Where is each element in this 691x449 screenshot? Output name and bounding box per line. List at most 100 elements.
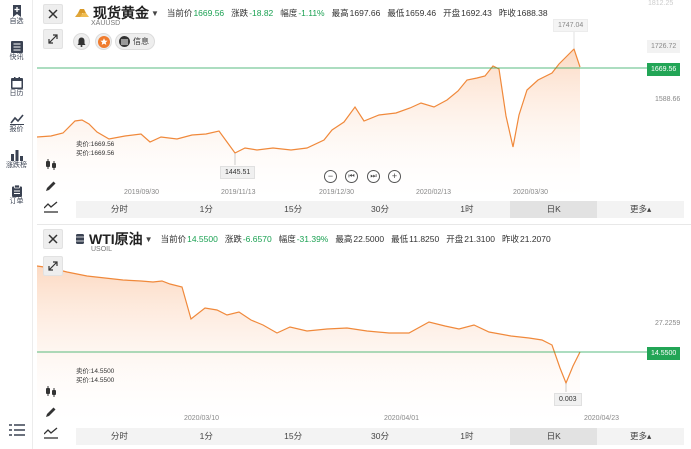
oil-barrel-icon (76, 234, 84, 244)
sidebar-item-orders[interactable]: 订单 (0, 182, 33, 216)
oil-quote-percent: 幅度-31.39% (278, 234, 329, 244)
gold-area-fill (37, 49, 580, 200)
oil-symbol: USOIL (91, 246, 113, 253)
gold-bid: 卖价:1669.56 (76, 141, 115, 148)
sidebar-item-label: 订单 (9, 198, 24, 205)
oil-area-fill (37, 266, 580, 425)
gold-date-label: 2020/02/13 (416, 189, 452, 196)
oil-date-label: 2020/04/23 (584, 415, 620, 422)
candlestick-tool[interactable] (42, 382, 60, 400)
zoom-in-button[interactable]: + (388, 170, 401, 183)
calendar-icon (10, 77, 23, 89)
app-root: 自选 快讯 日历 报价 涨跌榜 订单 现货黄金 ▼ 当前价1669.56 涨跌-… (0, 0, 691, 449)
gold-high-annotation: 1747.04 (553, 19, 589, 32)
timeframe-tab[interactable]: 1分 (163, 201, 250, 218)
gold-header: 现货黄金 ▼ 当前价1669.56 涨跌-18.82 幅度-1.11% 最高16… (75, 4, 555, 22)
timeframe-tab[interactable]: 15分 (250, 201, 337, 218)
pencil-icon (46, 181, 56, 191)
indicator-tool[interactable] (42, 198, 60, 216)
draw-tool[interactable] (42, 403, 60, 421)
info-label: 信息 (133, 37, 149, 46)
sidebar-item-movers[interactable]: 涨跌榜 (0, 146, 33, 180)
oil-quote-current: 当前价14.5500 (160, 234, 218, 244)
timeframe-tab[interactable]: 1时 (423, 201, 510, 218)
info-button[interactable]: 信息 (115, 33, 155, 50)
timeframe-tab[interactable]: 1分 (163, 428, 250, 445)
oil-low-annotation: 0.003 (554, 393, 582, 406)
expand-button[interactable] (43, 256, 63, 276)
oil-bid: 卖价:14.5500 (76, 368, 115, 375)
oil-header: WTI原油 ▼ 当前价14.5500 涨跌-6.6570 幅度-31.39% 最… (75, 230, 558, 248)
gold-bid-ask: 卖价:1669.56 买价:1669.56 (76, 140, 114, 158)
oil-quote-change: 涨跌-6.6570 (224, 234, 272, 244)
indicator-tool[interactable] (42, 424, 60, 442)
zoom-out-button[interactable]: − (324, 170, 337, 183)
timeframe-tab[interactable]: 30分 (337, 201, 424, 218)
timeframe-tab[interactable]: 30分 (337, 428, 424, 445)
gold-y-label-1: 1726.72 (647, 40, 681, 53)
timeframe-tab[interactable]: 分时 (76, 201, 163, 218)
oil-chart-panel: WTI原油 ▼ 当前价14.5500 涨跌-6.6570 幅度-31.39% 最… (37, 228, 691, 449)
close-button[interactable] (43, 4, 63, 24)
alert-button[interactable] (73, 33, 90, 50)
close-icon (48, 234, 58, 244)
gold-current-price-tag: 1669.56 (647, 63, 681, 76)
gold-quote-low: 最低1659.46 (387, 8, 437, 18)
scroll-end-button[interactable]: ⏭ (367, 170, 380, 183)
menu-list-icon[interactable] (9, 423, 25, 437)
gold-axis-top-label: 1812.25 (648, 0, 674, 7)
close-icon (48, 9, 58, 19)
close-button[interactable] (43, 229, 63, 249)
info-icon (119, 36, 130, 47)
indicator-icon (44, 201, 58, 213)
oil-ask: 买价:14.5500 (76, 377, 115, 384)
gold-symbol: XAUUSD (91, 20, 121, 27)
sidebar-item-flash[interactable]: 快讯 (0, 38, 33, 72)
gold-y-label-2: 1588.66 (655, 96, 681, 103)
oil-price-chart (37, 265, 647, 425)
bar-chart-icon (10, 150, 23, 161)
panel-divider (37, 224, 691, 225)
timeframe-more[interactable]: 更多▴ (597, 201, 684, 218)
scroll-start-button[interactable]: ⏮ (345, 170, 358, 183)
gold-price-chart (37, 29, 647, 200)
gold-bars-icon (75, 9, 89, 17)
timeframe-tab-active[interactable]: 日K (510, 428, 598, 445)
gold-timeframe-bar: 分时 1分 15分 30分 1时 日K 更多▴ (76, 201, 684, 218)
sidebar-item-watchlist[interactable]: 自选 (0, 2, 33, 36)
oil-y-label: 27.2259 (655, 320, 681, 327)
gold-quote-high: 最高1697.66 (331, 8, 381, 18)
sidebar-item-quotes[interactable]: 报价 (0, 110, 33, 144)
timeframe-more[interactable]: 更多▴ (597, 428, 684, 445)
symbol-dropdown-icon[interactable]: ▼ (151, 9, 159, 18)
line-chart-icon (9, 114, 24, 125)
timeframe-tab[interactable]: 15分 (250, 428, 337, 445)
draw-tool[interactable] (42, 177, 60, 195)
favorite-button[interactable] (95, 33, 112, 50)
expand-icon (48, 34, 58, 44)
gold-date-label: 2020/03/30 (513, 189, 549, 196)
timeframe-tab[interactable]: 1时 (423, 428, 510, 445)
oil-current-price-tag: 14.5500 (647, 347, 681, 360)
gold-quote-open: 开盘1692.43 (443, 8, 492, 18)
gold-quote-percent: 幅度-1.11% (280, 8, 325, 18)
bell-icon (77, 37, 86, 47)
gold-quote-prev-close: 昨收1688.38 (498, 8, 548, 18)
timeframe-tab[interactable]: 分时 (76, 428, 163, 445)
sidebar: 自选 快讯 日历 报价 涨跌榜 订单 (0, 0, 33, 449)
expand-button[interactable] (43, 29, 63, 49)
candlestick-tool[interactable] (42, 155, 60, 173)
sidebar-item-label: 报价 (9, 126, 24, 133)
sidebar-item-label: 自选 (9, 18, 24, 25)
gold-date-label: 2019/09/30 (124, 189, 160, 196)
gold-date-label: 2019/12/30 (319, 189, 355, 196)
sidebar-item-calendar[interactable]: 日历 (0, 74, 33, 108)
sidebar-item-label: 日历 (9, 90, 24, 97)
symbol-dropdown-icon[interactable]: ▼ (145, 235, 153, 244)
timeframe-tab-active[interactable]: 日K (510, 201, 598, 218)
oil-timeframe-bar: 分时 1分 15分 30分 1时 日K 更多▴ (76, 428, 684, 445)
oil-quote-open: 开盘21.3100 (446, 234, 495, 244)
oil-quote-high: 最高22.5000 (335, 234, 385, 244)
gold-low-annotation: 1445.51 (220, 166, 256, 179)
indicator-icon (44, 427, 58, 439)
